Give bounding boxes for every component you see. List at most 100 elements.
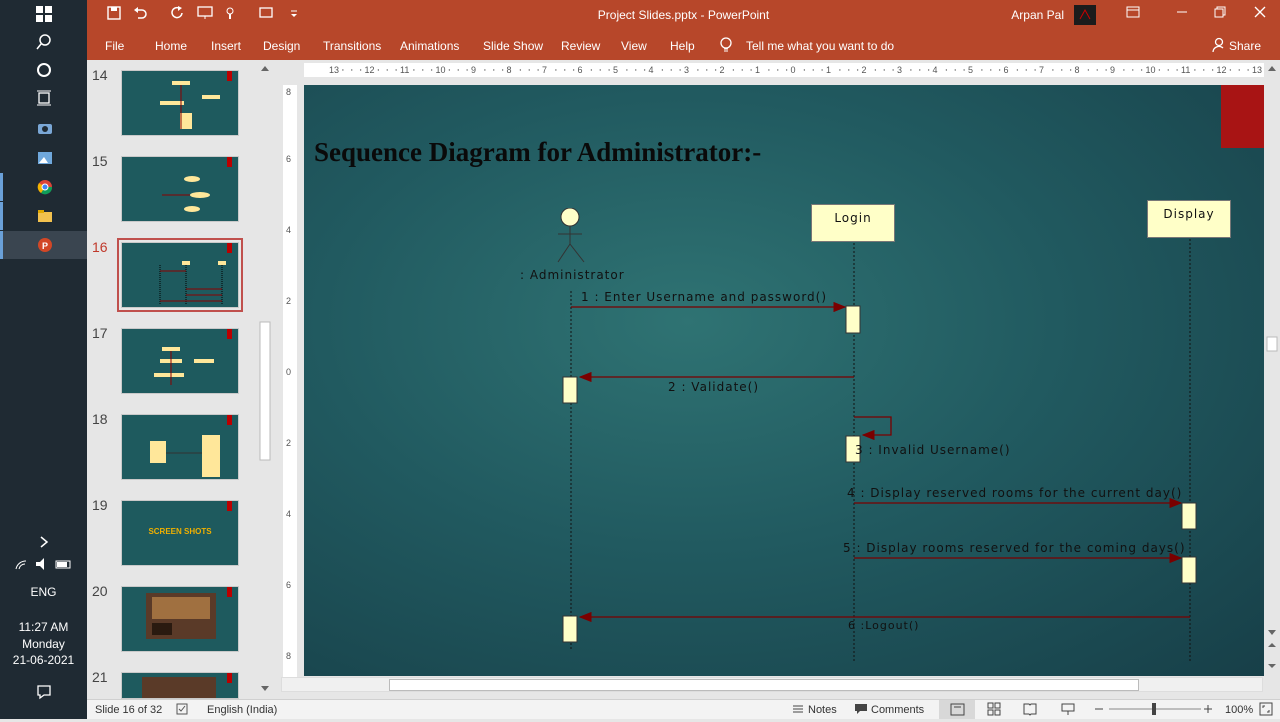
- zoom-slider[interactable]: [1109, 700, 1201, 721]
- search-icon[interactable]: [0, 28, 87, 56]
- lightbulb-icon[interactable]: [719, 37, 733, 56]
- chrome-icon[interactable]: [0, 173, 87, 201]
- slide-counter[interactable]: Slide 16 of 32: [95, 704, 162, 716]
- user-name[interactable]: Arpan Pal: [1011, 8, 1064, 22]
- tab-animations[interactable]: Animations: [400, 39, 459, 53]
- ruler-label: 4: [649, 65, 654, 75]
- ruler-tick: [626, 69, 628, 71]
- ruler-label: 7: [1039, 65, 1044, 75]
- slide-show-icon[interactable]: [1061, 702, 1075, 719]
- ruler-tick: [1096, 69, 1098, 71]
- slide-thumbnail-19[interactable]: SCREEN SHOTS: [121, 500, 239, 566]
- ruler-label: 13: [329, 65, 339, 75]
- clock-time[interactable]: 11:27 AM: [0, 620, 87, 634]
- zoom-out-icon[interactable]: [1094, 702, 1104, 719]
- slide-thumbnail-18[interactable]: [121, 414, 239, 480]
- ribbon-tabs: File Home Insert Design Transitions Anim…: [87, 31, 1280, 60]
- svg-text:8: 8: [286, 87, 291, 97]
- tab-view[interactable]: View: [621, 39, 647, 53]
- message-2[interactable]: 2 : Validate(): [668, 380, 759, 394]
- message-4[interactable]: 4 : Display reserved rooms for the curre…: [847, 486, 1182, 500]
- comments-icon[interactable]: [854, 703, 868, 718]
- notes-icon[interactable]: [792, 703, 804, 718]
- windows-taskbar: P ENG 11:27 AM Monday 21-06-2021: [0, 0, 87, 719]
- ruler-tick: [1229, 69, 1232, 71]
- minimize-icon[interactable]: [1176, 5, 1188, 22]
- close-icon[interactable]: [1254, 5, 1266, 22]
- vertical-scrollbar[interactable]: [1265, 62, 1279, 677]
- cortana-icon[interactable]: [0, 56, 87, 84]
- ruler-tick: [564, 69, 566, 71]
- camera-icon[interactable]: [0, 114, 87, 142]
- tab-help[interactable]: Help: [670, 39, 695, 53]
- zoom-level[interactable]: 100%: [1225, 704, 1253, 716]
- tab-review[interactable]: Review: [561, 39, 600, 53]
- slide-thumbnail-20[interactable]: [121, 586, 239, 652]
- fit-slide-icon[interactable]: [1259, 702, 1273, 719]
- share-icon[interactable]: [1211, 37, 1227, 56]
- ruler-tick: [537, 69, 539, 71]
- slide-canvas[interactable]: Sequence Diagram for Administrator:- : A…: [304, 85, 1264, 676]
- share-button[interactable]: Share: [1229, 39, 1261, 53]
- ruler-tick: [803, 69, 806, 71]
- horizontal-ruler: 13 12 11 10 9 8 7 6 5 4 3 2 1 0 1 2 3 4 5 6 7 8 9 10 11 12 13: [304, 63, 1264, 77]
- slide-thumbnail-14[interactable]: [121, 70, 239, 136]
- ruler-tick: [998, 69, 1001, 71]
- slide-thumbnail-15[interactable]: [121, 156, 239, 222]
- zoom-in-icon[interactable]: [1203, 702, 1213, 719]
- reading-view-icon[interactable]: [1023, 702, 1037, 719]
- ruler-tick: [1034, 69, 1036, 71]
- file-explorer-icon[interactable]: [0, 202, 87, 230]
- slide-thumbnail-21[interactable]: [121, 672, 239, 699]
- slide-thumbnail-16[interactable]: [117, 238, 243, 312]
- tab-design[interactable]: Design: [263, 39, 300, 53]
- title-bar: Project Slides.pptx - PowerPoint Arpan P…: [87, 0, 1280, 31]
- tab-slideshow[interactable]: Slide Show: [483, 39, 543, 53]
- language-indicator[interactable]: ENG: [0, 585, 87, 599]
- tab-file[interactable]: File: [105, 39, 124, 53]
- horizontal-scrollbar[interactable]: [281, 677, 1263, 692]
- powerpoint-icon[interactable]: P: [0, 231, 87, 259]
- message-1[interactable]: 1 : Enter Username and password(): [581, 290, 827, 304]
- tab-insert[interactable]: Insert: [211, 39, 241, 53]
- tab-transitions[interactable]: Transitions: [323, 39, 381, 53]
- windows-start-icon[interactable]: [0, 0, 87, 28]
- message-6[interactable]: 6 :Logout(): [848, 619, 919, 632]
- task-view-icon[interactable]: [0, 84, 87, 112]
- ruler-tick: [1140, 69, 1143, 71]
- restore-icon[interactable]: [1214, 5, 1226, 22]
- message-5[interactable]: 5 : Display rooms reserved for the comin…: [843, 541, 1186, 555]
- slide-sorter-icon[interactable]: [987, 702, 1001, 719]
- ruler-tick: [1105, 69, 1107, 71]
- language-status[interactable]: English (India): [207, 704, 277, 716]
- slide-thumbnails-pane[interactable]: 14 15 16 17 18 19 SCREEN SHOTS 20 21: [87, 60, 275, 699]
- ruler-label: 9: [471, 65, 476, 75]
- thumbnails-scrollbar[interactable]: [258, 62, 272, 695]
- chevron-right-icon[interactable]: [0, 528, 87, 556]
- normal-view-icon[interactable]: [939, 700, 975, 719]
- system-tray-icons[interactable]: [0, 557, 87, 574]
- photos-icon[interactable]: [0, 144, 87, 172]
- ruler-tick: [635, 69, 637, 71]
- ruler-tick: [945, 69, 948, 71]
- avatar[interactable]: [1074, 5, 1096, 25]
- ruler-tick: [422, 69, 424, 71]
- ruler-tick: [555, 69, 557, 71]
- ruler-tick: [608, 69, 610, 71]
- ribbon-display-options-icon[interactable]: [1126, 5, 1140, 22]
- ruler-label: 10: [1146, 65, 1156, 75]
- scrollbar-thumb[interactable]: [389, 679, 1139, 691]
- message-3[interactable]: 3 : Invalid Username(): [855, 443, 1011, 457]
- accessibility-icon[interactable]: [176, 702, 190, 719]
- slide-thumbnail-17[interactable]: [121, 328, 239, 394]
- tell-me-search[interactable]: Tell me what you want to do: [746, 39, 894, 53]
- ruler-tick: [1176, 69, 1178, 71]
- ruler-label: 4: [933, 65, 938, 75]
- tab-home[interactable]: Home: [155, 39, 187, 53]
- notes-button[interactable]: Notes: [808, 704, 837, 716]
- thumbnail-number: 18: [92, 411, 108, 427]
- ruler-tick: [1203, 69, 1205, 71]
- ruler-tick: [1158, 69, 1161, 71]
- notification-icon[interactable]: [0, 678, 87, 706]
- comments-button[interactable]: Comments: [871, 704, 924, 716]
